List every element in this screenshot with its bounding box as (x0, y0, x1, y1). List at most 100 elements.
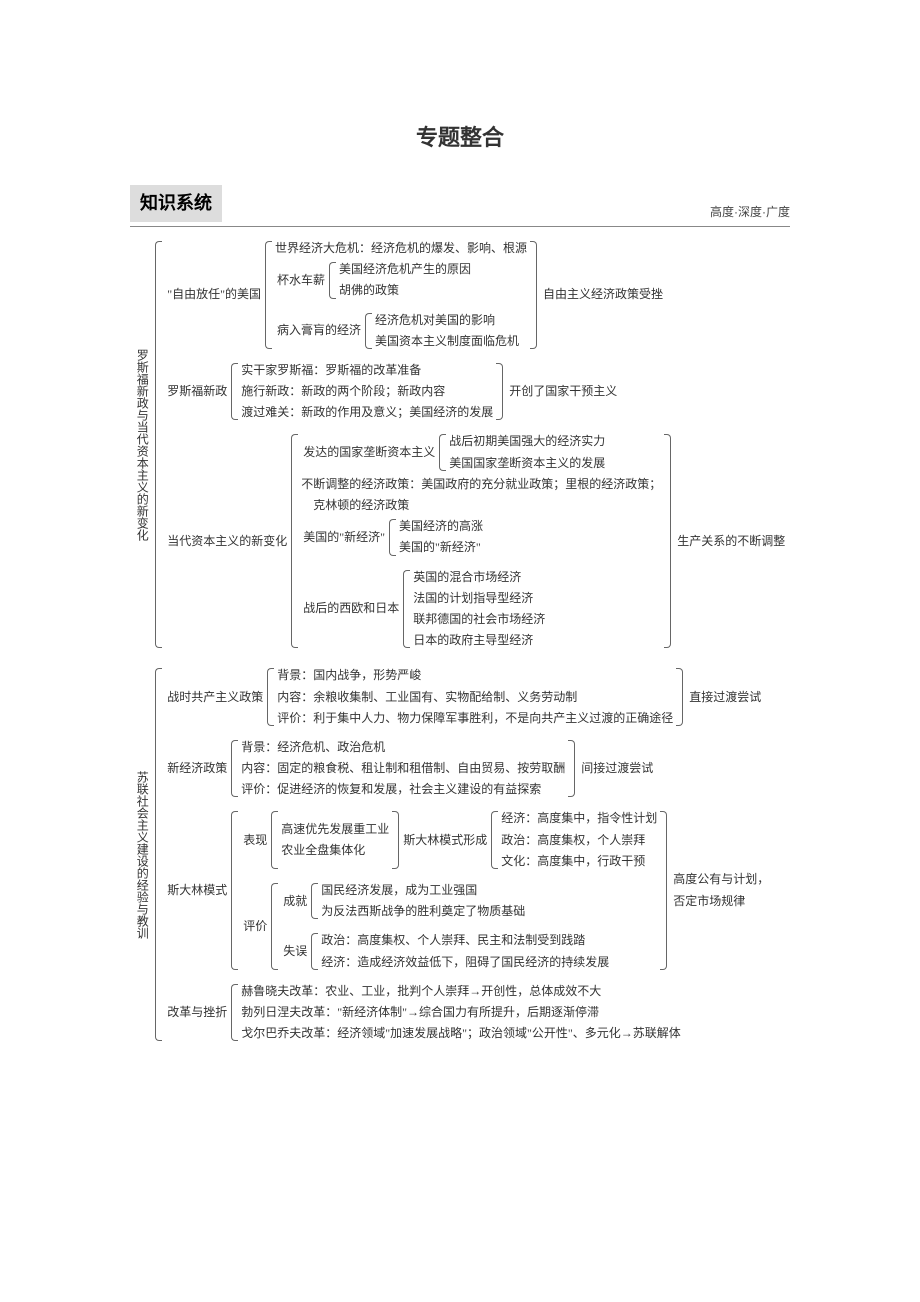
leaf-text: 世界经济大危机：经济危机的爆发、影响、根源 (275, 239, 527, 258)
leaf-text: 评价：利于集中人力、物力保障军事胜利，不是向共产主义过渡的正确途径 (277, 709, 673, 728)
leaf-text: 不断调整的经济政策：美国政府的充分就业政策；里根的经济政策； (301, 475, 661, 494)
us-block: 罗斯福新政与当代资本主义的新变化 "自由放任"的美国 世界经济大危机：经济危机的… (130, 239, 790, 650)
us-newdeal: 罗斯福新政 实干家罗斯福：罗斯福的改革准备 施行新政：新政的两个阶段；新政内容 … (165, 361, 785, 423)
result-text: 开创了国家干预主义 (505, 382, 617, 401)
leaf-text: 戈尔巴乔夫改革：经济领域"加速发展战略"；政治领域"公开性"、多元化→苏联解体 (241, 1024, 681, 1043)
leaf-text: 施行新政：新政的两个阶段；新政内容 (241, 382, 493, 401)
ussr-nep: 新经济政策 背景：经济危机、政治危机 内容：固定的粮食税、租让制和租借制、自由贸… (165, 738, 769, 800)
leaf-text: 高速优先发展重工业 (281, 820, 389, 839)
result-text: 自由主义经济政策受挫 (539, 285, 663, 304)
brace-icon (491, 809, 499, 871)
leaf-text: 美国资本主义制度面临危机 (375, 332, 519, 351)
leaf-text: 内容：余粮收集制、工业国有、实物配给制、义务劳动制 (277, 688, 673, 707)
node-label: 斯大林模式形成 (401, 831, 489, 850)
result-text: 高度公有与计划， (669, 870, 769, 889)
brace-icon (439, 432, 447, 472)
node-label: "自由放任"的美国 (165, 285, 263, 304)
brace-icon (659, 809, 667, 971)
brace-icon (389, 517, 397, 557)
leaf-text: 经济危机对美国的影响 (375, 311, 519, 330)
node-label: 失误 (281, 942, 309, 961)
result-text: 直接过渡尝试 (685, 688, 761, 707)
us-root-label: 罗斯福新政与当代资本主义的新变化 (130, 347, 153, 543)
brace-icon (271, 881, 279, 972)
brace-icon (403, 568, 411, 651)
leaf-text: 文化：高度集中，行政干预 (501, 852, 657, 871)
section-header: 知识系统 高度·深度·广度 (130, 185, 790, 222)
node-label: 改革与挫折 (165, 1003, 229, 1022)
leaf-text: 经济：造成经济效益低下，阻碍了国民经济的持续发展 (321, 953, 609, 972)
brace-icon (155, 666, 163, 1043)
node-label: 杯水车薪 (275, 271, 327, 290)
brace-icon (231, 982, 239, 1044)
ussr-stalin: 斯大林模式 表现 高速优先发展重工业 农业全盘集体化 斯大林模式形成 经济：高度… (165, 809, 769, 971)
brace-icon (271, 809, 279, 871)
leaf-text: 渡过难关：新政的作用及意义；美国经济的发展 (241, 403, 493, 422)
brace-icon (365, 311, 373, 351)
ussr-root-label: 苏联社会主义建设的经验与教训 (130, 769, 153, 941)
node-label: 当代资本主义的新变化 (165, 532, 289, 551)
section-subtitle: 高度·深度·广度 (710, 203, 790, 222)
leaf-text: 为反法西斯战争的胜利奠定了物质基础 (321, 902, 525, 921)
leaf-text: 赫鲁晓夫改革：农业、工业，批判个人崇拜→开创性，总体成效不大 (241, 982, 681, 1001)
section-rule (130, 226, 790, 227)
page-title: 专题整合 (130, 120, 790, 155)
brace-icon (329, 260, 337, 300)
us-modern: 当代资本主义的新变化 发达的国家垄断资本主义 战后初期美国强大的经济实力 美国国… (165, 432, 785, 650)
node-label: 成就 (281, 892, 309, 911)
leaf-text: 战后初期美国强大的经济实力 (449, 432, 605, 451)
leaf-text: 美国经济危机产生的原因 (339, 260, 471, 279)
leaf-text: 联邦德国的社会市场经济 (413, 610, 545, 629)
node-label: 新经济政策 (165, 759, 229, 778)
result-text: 间接过渡尝试 (577, 759, 653, 778)
leaf-text: 克林顿的经济政策 (301, 496, 661, 515)
leaf-text: 美国的"新经济" (399, 538, 483, 557)
leaf-text: 法国的计划指导型经济 (413, 589, 545, 608)
brace-icon (391, 809, 399, 871)
leaf-text: 内容：固定的粮食税、租让制和租借制、自由贸易、按劳取酬 (241, 759, 565, 778)
leaf-text: 胡佛的政策 (339, 281, 471, 300)
brace-icon (231, 809, 239, 971)
brace-icon (567, 738, 575, 800)
node-label: 战时共产主义政策 (165, 688, 265, 707)
brace-icon (265, 239, 273, 351)
result-text: 生产关系的不断调整 (673, 532, 785, 551)
leaf-text: 农业全盘集体化 (281, 841, 389, 860)
brace-icon (675, 666, 683, 728)
brace-icon (529, 239, 537, 351)
node-label: 表现 (241, 831, 269, 850)
ussr-reform: 改革与挫折 赫鲁晓夫改革：农业、工业，批判个人崇拜→开创性，总体成效不大 勃列日… (165, 982, 769, 1044)
leaf-text: 政治：高度集权、个人崇拜、民主和法制受到践踏 (321, 931, 609, 950)
leaf-text: 评价：促进经济的恢复和发展，社会主义建设的有益探索 (241, 780, 565, 799)
brace-icon (267, 666, 275, 728)
brace-icon (311, 881, 319, 921)
ussr-block: 苏联社会主义建设的经验与教训 战时共产主义政策 背景：国内战争，形势严峻 内容：… (130, 666, 790, 1043)
section-label: 知识系统 (130, 185, 222, 222)
node-label: 评价 (241, 917, 269, 936)
leaf-text: 美国经济的高涨 (399, 517, 483, 536)
leaf-text: 实干家罗斯福：罗斯福的改革准备 (241, 361, 493, 380)
brace-icon (231, 738, 239, 800)
brace-icon (231, 361, 239, 423)
leaf-text: 美国国家垄断资本主义的发展 (449, 454, 605, 473)
us-laissez: "自由放任"的美国 世界经济大危机：经济危机的爆发、影响、根源 杯水车薪 美国经… (165, 239, 785, 351)
brace-icon (291, 432, 299, 650)
leaf-text: 政治：高度集权，个人崇拜 (501, 831, 657, 850)
node-label: 美国的"新经济" (301, 528, 387, 547)
node-label: 病入膏肓的经济 (275, 321, 363, 340)
leaf-text: 背景：国内战争，形势严峻 (277, 666, 673, 685)
node-label: 战后的西欧和日本 (301, 599, 401, 618)
leaf-text: 英国的混合市场经济 (413, 568, 545, 587)
ussr-war: 战时共产主义政策 背景：国内战争，形势严峻 内容：余粮收集制、工业国有、实物配给… (165, 666, 769, 728)
leaf-text: 勃列日涅夫改革："新经济体制"→综合国力有所提升，后期逐渐停滞 (241, 1003, 681, 1022)
leaf-text: 国民经济发展，成为工业强国 (321, 881, 525, 900)
result-text: 否定市场规律 (669, 892, 769, 911)
brace-icon (311, 931, 319, 971)
node-label: 罗斯福新政 (165, 382, 229, 401)
brace-icon (663, 432, 671, 650)
brace-icon (495, 361, 503, 423)
node-label: 发达的国家垄断资本主义 (301, 443, 437, 462)
leaf-text: 经济：高度集中，指令性计划 (501, 809, 657, 828)
leaf-text: 日本的政府主导型经济 (413, 631, 545, 650)
node-label: 斯大林模式 (165, 881, 229, 900)
